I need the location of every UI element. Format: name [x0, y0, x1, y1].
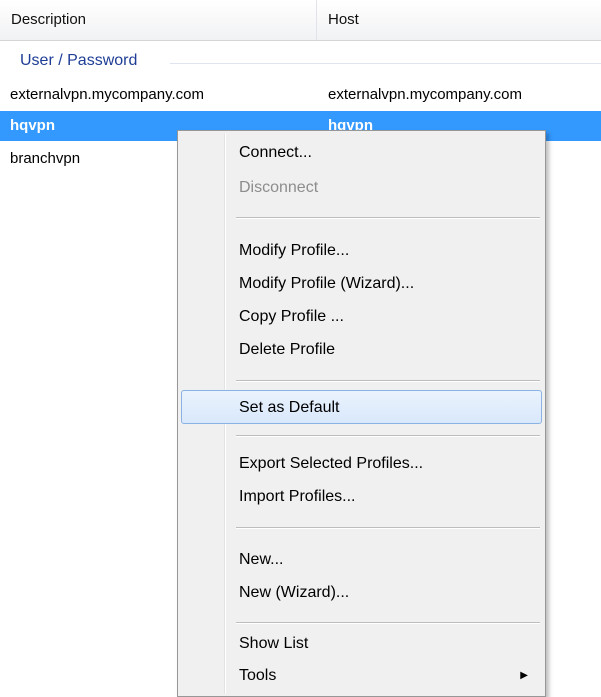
profile-row-externalvpn[interactable]: externalvpn.mycompany.com externalvpn.my… [0, 80, 601, 110]
column-header-host[interactable]: Host [317, 0, 601, 40]
row-host: externalvpn.mycompany.com [328, 86, 522, 103]
menu-separator [236, 217, 540, 219]
row-description: externalvpn.mycompany.com [10, 86, 204, 103]
group-title: User / Password [20, 52, 144, 70]
menu-item-label: Set as Default [239, 399, 340, 416]
menu-item-modify-profile[interactable]: Modify Profile... [181, 234, 542, 268]
menu-separator [236, 527, 540, 529]
row-description: branchvpn [10, 150, 81, 167]
menu-item-connect[interactable]: Connect... [181, 136, 542, 170]
menu-item-label: Disconnect [239, 179, 319, 196]
menu-item-new-wizard[interactable]: New (Wizard)... [181, 576, 542, 610]
menu-item-label: Import Profiles... [239, 488, 356, 505]
menu-item-label: Modify Profile (Wizard)... [239, 275, 415, 292]
column-header-description[interactable]: Description [0, 0, 317, 40]
menu-item-import-profiles[interactable]: Import Profiles... [181, 480, 542, 514]
profile-list-window: Description Host User / Password externa… [0, 0, 601, 697]
menu-item-label: Export Selected Profiles... [239, 455, 424, 472]
menu-item-new[interactable]: New... [181, 543, 542, 577]
menu-item-show-list[interactable]: Show List [181, 627, 542, 661]
menu-item-set-as-default[interactable]: Set as Default [181, 390, 542, 424]
menu-item-label: Tools [239, 667, 277, 684]
menu-item-label: Connect... [239, 144, 312, 161]
menu-separator [236, 380, 540, 382]
menu-separator [236, 435, 540, 437]
menu-item-delete-profile[interactable]: Delete Profile [181, 333, 542, 367]
menu-item-export-selected-profiles[interactable]: Export Selected Profiles... [181, 447, 542, 481]
menu-item-label: Copy Profile ... [239, 308, 344, 325]
column-header: Description Host [0, 0, 601, 41]
menu-item-disconnect: Disconnect [181, 171, 542, 205]
group-header[interactable]: User / Password [0, 50, 601, 76]
menu-item-copy-profile[interactable]: Copy Profile ... [181, 300, 542, 334]
menu-item-tools[interactable]: Tools ▶ [181, 659, 542, 693]
menu-item-label: Modify Profile... [239, 242, 350, 259]
menu-item-label: New... [239, 551, 284, 568]
menu-item-label: New (Wizard)... [239, 584, 350, 601]
menu-item-label: Delete Profile [239, 341, 336, 358]
menu-item-label: Show List [239, 635, 309, 652]
menu-separator [236, 622, 540, 624]
context-menu: Connect... Disconnect Modify Profile... … [177, 130, 546, 697]
group-divider [170, 63, 601, 64]
submenu-arrow-icon: ▶ [520, 670, 528, 681]
row-description: hqvpn [10, 117, 55, 134]
menu-item-modify-profile-wizard[interactable]: Modify Profile (Wizard)... [181, 267, 542, 301]
